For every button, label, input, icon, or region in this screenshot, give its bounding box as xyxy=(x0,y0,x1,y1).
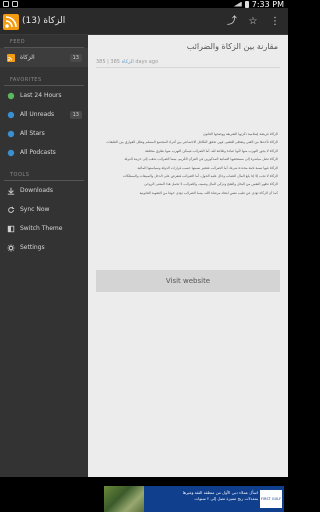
share-icon[interactable]: ⤴ xyxy=(226,16,238,28)
sidebar-item-all-stars[interactable]: All Stars xyxy=(0,124,88,143)
ad-line: بمعدلات ربح مميزة تصل إلى ٢ سنوات xyxy=(194,496,258,501)
section-header-favorites: FAVORITES xyxy=(4,73,84,86)
navigation-drawer: FEED الزكاة 13 FAVORITES Last 24 Hours A… xyxy=(0,35,88,477)
sidebar-item-all-podcasts[interactable]: All Podcasts xyxy=(0,143,88,162)
sidebar-item-settings[interactable]: Settings xyxy=(0,238,88,257)
article-number: 385 | xyxy=(96,59,111,65)
sidebar-item-feed[interactable]: الزكاة 13 xyxy=(0,48,88,67)
star-icon[interactable]: ☆ xyxy=(247,16,259,28)
article-meta: 385 | الزكاة 385 days ago xyxy=(96,59,158,65)
sidebar-item-label: Settings xyxy=(20,244,45,251)
divider xyxy=(96,67,280,68)
sidebar-item-label: Last 24 Hours xyxy=(20,92,62,99)
sidebar-item-label: Switch Theme xyxy=(20,225,63,232)
star-icon xyxy=(6,129,15,138)
article-paragraph: كما أن الزكاة تؤدى عن طيب نفس ابتغاء مرض… xyxy=(139,190,278,195)
visit-website-button[interactable]: Visit website xyxy=(96,270,280,292)
article-paragraph: الزكاة تصل مباشرة إلى مستحقيها الثمانية … xyxy=(124,157,278,162)
sync-icon xyxy=(6,205,15,214)
unread-count-badge: 13 xyxy=(69,53,82,62)
rss-icon xyxy=(6,53,15,62)
section-header-feed: FEED xyxy=(4,35,84,48)
ad-image xyxy=(104,486,144,512)
article-paragraph: الزكاة تطهر النفس من البخل والشح وتزكي ا… xyxy=(144,182,278,187)
article-paragraph: الزكاة فيها نسبة ثابتة محددة شرعا، أما ا… xyxy=(137,165,278,170)
bank-logo: FIRST GULF BANK xyxy=(260,490,282,508)
sidebar-item-label: Sync Now xyxy=(20,206,50,213)
sidebar-item-label: الزكاة xyxy=(20,54,35,61)
sidebar-item-sync-now[interactable]: Sync Now xyxy=(0,200,88,219)
ad-banner[interactable]: اسأل عملاء دبي الأول من منطقة الثقة وغير… xyxy=(104,486,284,512)
clock-icon xyxy=(6,91,15,100)
sidebar-item-switch-theme[interactable]: Switch Theme xyxy=(0,219,88,238)
notification-icon xyxy=(3,1,9,7)
ad-text: اسأل عملاء دبي الأول من منطقة الثقة وغير… xyxy=(148,490,258,502)
article-paragraph: الزكاة فريضة إسلامية ذكرتها الشريعة ووضح… xyxy=(202,132,278,136)
unread-count-badge: 13 xyxy=(69,110,82,119)
download-icon xyxy=(6,186,15,195)
article-body: الزكاة فريضة إسلامية ذكرتها الشريعة ووضح… xyxy=(98,132,278,262)
article-title: مقارنة بين الزكاة والضرائب xyxy=(186,42,278,51)
sidebar-item-label: Downloads xyxy=(20,187,53,194)
settings-icon xyxy=(6,243,15,252)
sidebar-item-label: All Unreads xyxy=(20,111,55,118)
battery-icon xyxy=(244,0,249,8)
download-notification-icon xyxy=(12,1,18,7)
article-paragraph: الزكاة لا تجب إلا إذا بلغ المال النصاب و… xyxy=(122,174,278,179)
action-bar: الزكاة (13) ⤴ ☆ ⋮ xyxy=(0,8,288,35)
menu-icon[interactable]: ⋮ xyxy=(269,16,281,28)
feed-title: الزكاة (13) xyxy=(22,16,66,26)
sidebar-item-last-24-hours[interactable]: Last 24 Hours xyxy=(0,86,88,105)
sidebar-item-all-unreads[interactable]: All Unreads 13 xyxy=(0,105,88,124)
sidebar-item-label: All Stars xyxy=(20,130,45,137)
theme-icon xyxy=(6,224,15,233)
article-pane: مقارنة بين الزكاة والضرائب 385 | الزكاة … xyxy=(88,35,288,477)
sidebar-item-label: All Podcasts xyxy=(20,149,56,156)
status-bar: 7:33 PM xyxy=(0,0,288,9)
article-feed-link[interactable]: الزكاة xyxy=(122,59,134,65)
podcast-icon xyxy=(6,148,15,157)
signal-icon xyxy=(233,1,242,7)
sidebar-item-downloads[interactable]: Downloads xyxy=(0,181,88,200)
section-header-tools: TOOLS xyxy=(4,168,84,181)
article-paragraph: الزكاة تأخذها من الغني وتعطى للفقير، فهي… xyxy=(106,140,278,145)
article-age: 385 days ago xyxy=(110,59,159,65)
article-paragraph: الزكاة لا يجوز التهرب منها لأنها عبادة و… xyxy=(145,148,278,153)
rss-app-icon[interactable] xyxy=(3,14,19,30)
unread-icon xyxy=(6,110,15,119)
